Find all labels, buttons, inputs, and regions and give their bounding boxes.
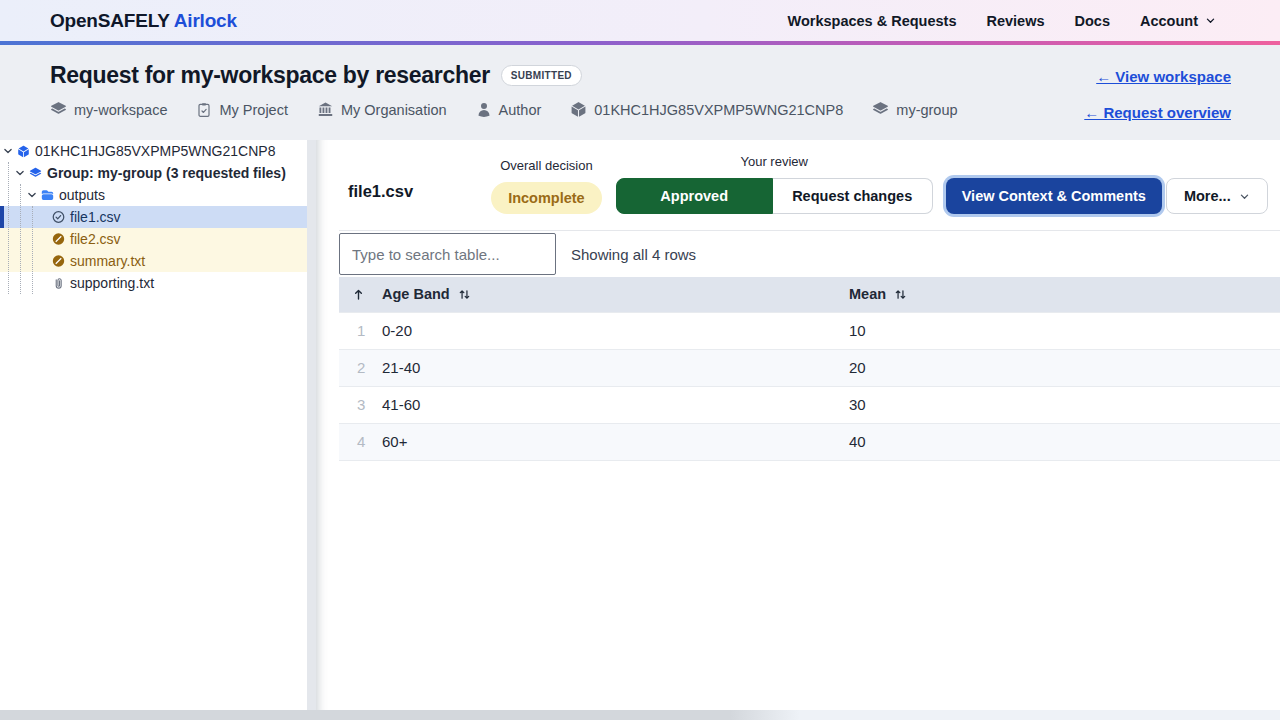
tree-item-supporting[interactable]: supporting.txt [0,272,307,294]
row-number: 1 [339,312,382,349]
file-tree-sidebar: 01KHC1HJG85VXPMP5WNG21CNP8 Group: my-gro… [0,140,307,710]
view-workspace-link[interactable]: ← View workspace [1096,68,1231,85]
file-detail-panel: file1.csv Overall decision Incomplete Yo… [316,140,1280,710]
row-number: 2 [339,349,382,386]
request-overview-link[interactable]: ← Request overview [1084,104,1231,121]
tree-item-outputs[interactable]: outputs [0,184,307,206]
table-row: 1 0-20 10 [339,312,1280,349]
tree-indent-guide [20,184,21,294]
cube-icon [17,145,30,158]
app-logo[interactable]: OpenSAFELY Airlock [50,10,237,32]
mean-cell: 10 [849,312,1280,349]
cube-icon [570,101,587,118]
breadcrumb-project: My Project [196,101,288,118]
breadcrumb: my-workspace My Project My Organisation … [50,101,958,118]
chevron-down-icon[interactable] [26,189,38,201]
logo-primary: OpenSAFELY [50,10,169,31]
check-circle-icon [52,211,65,224]
column-header-mean[interactable]: Mean [849,277,1280,312]
view-context-comments-button[interactable]: View Context & Comments [946,178,1162,214]
page-header: Request for my-workspace by researcher S… [0,45,1280,140]
column-header-age-band[interactable]: Age Band [382,277,849,312]
clipboard-icon [196,102,212,118]
search-input[interactable] [339,233,556,275]
breadcrumb-request-id: 01KHC1HJG85VXPMP5WNG21CNP8 [570,101,843,118]
layers-icon [50,101,67,118]
pending-circle-icon [52,255,65,268]
nav-account[interactable]: Account [1140,13,1216,29]
your-review-label: Your review [740,154,807,169]
main-nav: Workspaces & Requests Reviews Docs Accou… [788,13,1216,29]
sort-icon[interactable] [458,288,471,301]
request-changes-button[interactable]: Request changes [773,178,933,214]
approved-button[interactable]: Approved [616,178,773,214]
tree-item-file2[interactable]: file2.csv [0,228,307,250]
age-band-cell: 60+ [382,423,849,460]
age-band-cell: 0-20 [382,312,849,349]
mean-cell: 30 [849,386,1280,423]
tree-item-summary[interactable]: summary.txt [0,250,307,272]
sort-icon[interactable] [894,288,907,301]
nav-workspaces-requests[interactable]: Workspaces & Requests [788,13,957,29]
page-title: Request for my-workspace by researcher [50,62,490,89]
nav-reviews[interactable]: Reviews [986,13,1044,29]
breadcrumb-group: my-group [872,101,957,118]
paperclip-icon [52,277,65,290]
overall-decision-badge: Incomplete [491,182,602,214]
tree-item-group[interactable]: Group: my-group (3 requested files) [0,162,307,184]
file-title: file1.csv [348,182,413,201]
table-row: 2 21-40 20 [339,349,1280,386]
age-band-cell: 41-60 [382,386,849,423]
rows-summary: Showing all 4 rows [571,246,696,263]
row-number: 3 [339,386,382,423]
mean-cell: 40 [849,423,1280,460]
tree-item-file1[interactable]: file1.csv [0,206,307,228]
row-number-column-header[interactable] [339,277,382,312]
tree-indent-guide [8,162,9,294]
tree-indent-guide [32,206,33,294]
row-number: 4 [339,423,382,460]
more-button[interactable]: More... [1166,178,1268,214]
overall-decision-group: Overall decision Incomplete [491,158,602,214]
overall-decision-label: Overall decision [500,158,593,173]
sort-ascending-icon [352,288,365,301]
layers-icon [872,101,889,118]
chevron-down-icon [1205,15,1216,26]
breadcrumb-organisation: My Organisation [317,101,447,118]
breadcrumb-workspace: my-workspace [50,101,167,118]
folder-icon [41,189,54,202]
tree-item-request-id[interactable]: 01KHC1HJG85VXPMP5WNG21CNP8 [0,140,307,162]
age-band-cell: 21-40 [382,349,849,386]
logo-secondary: Airlock [174,10,237,31]
data-table: Age Band Mean 1 0-20 10 2 21-40 20 3 41-… [339,277,1280,461]
chevron-down-icon [1239,191,1250,202]
chevron-down-icon[interactable] [14,167,26,179]
chevron-down-icon[interactable] [2,145,14,157]
pending-circle-icon [52,233,65,246]
table-row: 3 41-60 30 [339,386,1280,423]
status-badge: SUBMITTED [501,65,582,86]
table-row: 4 60+ 40 [339,423,1280,460]
your-review-group: Your review Approved Request changes [616,154,933,214]
mean-cell: 20 [849,349,1280,386]
top-nav: OpenSAFELY Airlock Workspaces & Requests… [0,0,1280,41]
nav-docs[interactable]: Docs [1075,13,1110,29]
person-icon [476,102,492,118]
breadcrumb-author: Author [476,101,542,118]
building-icon [317,101,334,118]
layers-icon [29,167,42,180]
